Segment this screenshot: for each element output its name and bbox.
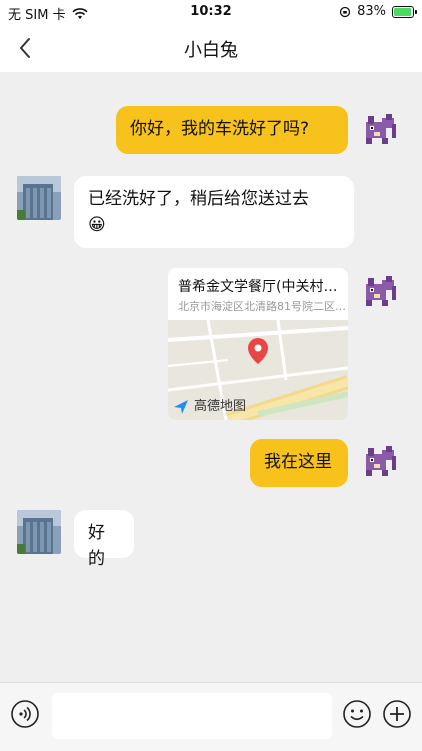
user-avatar[interactable]: [360, 440, 404, 484]
map-brand-label: 高德地图: [194, 399, 247, 414]
message-bubble[interactable]: 已经洗好了，稍后给您送过去 😀: [74, 176, 354, 248]
location-title: 普希金文学餐厅(中关村…: [178, 279, 338, 295]
message-list[interactable]: 你好，我的车洗好了吗? 已经洗好了，稍后给您送过去 😀 普希金文学餐厅(中关村……: [0, 72, 422, 682]
message-item-outgoing: 我在这里: [0, 436, 422, 496]
battery-icon: [392, 5, 417, 18]
message-input[interactable]: [52, 693, 332, 739]
contact-avatar[interactable]: [17, 510, 61, 554]
building-photo-avatar-icon: [17, 510, 61, 554]
emoji-icon[interactable]: [342, 699, 372, 729]
battery-percent: 83%: [357, 4, 386, 19]
message-item-location: 普希金文学餐厅(中关村… 北京市海淀区北清路81号院二区… 高德地图: [0, 268, 422, 428]
location-card[interactable]: 普希金文学餐厅(中关村… 北京市海淀区北清路81号院二区… 高德地图: [168, 268, 348, 420]
message-bubble[interactable]: 好的: [74, 510, 134, 569]
navigation-arrow-icon: [174, 400, 188, 414]
orientation-lock-icon: [339, 6, 351, 17]
pixel-rat-avatar-icon: [360, 108, 404, 152]
message-item-incoming: 已经洗好了，稍后给您送过去 😀: [0, 172, 422, 252]
page-title: 小白兔: [184, 40, 238, 61]
contact-avatar[interactable]: [17, 176, 61, 220]
pixel-rat-avatar-icon: [360, 270, 404, 314]
nav-bar: 小白兔: [0, 24, 422, 72]
message-bubble[interactable]: 我在这里: [250, 439, 348, 487]
user-avatar[interactable]: [360, 270, 404, 314]
location-map: 高德地图: [168, 319, 348, 420]
pixel-rat-avatar-icon: [360, 440, 404, 484]
status-bar: 无 SIM 卡 10:32 83%: [0, 0, 422, 24]
message-text: 已经洗好了，稍后给您送过去: [88, 189, 309, 209]
message-bubble[interactable]: 你好，我的车洗好了吗?: [116, 106, 348, 154]
message-text: 好的: [88, 523, 105, 569]
voice-icon[interactable]: [10, 699, 40, 729]
message-item-outgoing: 你好，我的车洗好了吗?: [0, 72, 422, 162]
plus-icon[interactable]: [382, 699, 412, 729]
user-avatar[interactable]: [360, 108, 404, 152]
smile-emoji-icon: 😀: [88, 215, 106, 235]
message-item-incoming: 好的: [0, 506, 422, 569]
status-right: 83%: [339, 4, 417, 19]
message-text: 我在这里: [264, 452, 332, 472]
building-photo-avatar-icon: [17, 176, 61, 220]
battery-fill: [394, 7, 411, 16]
input-bar: [0, 682, 422, 751]
location-address: 北京市海淀区北清路81号院二区…: [178, 300, 346, 313]
message-text: 你好，我的车洗好了吗?: [130, 119, 310, 139]
